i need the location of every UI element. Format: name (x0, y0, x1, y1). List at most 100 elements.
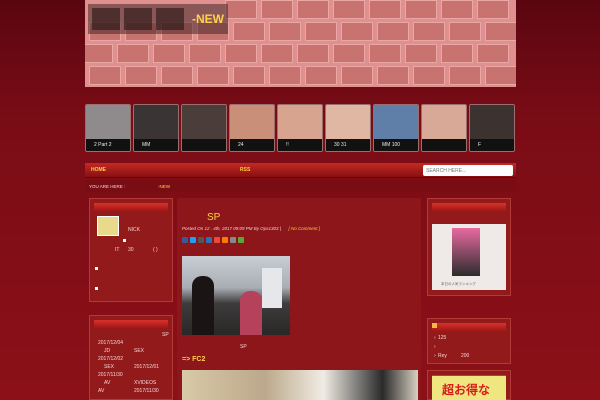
thumbnail-label: 30 31 (326, 139, 370, 151)
header-mosaic-tile (161, 66, 193, 85)
thumbnail-image (278, 105, 322, 141)
book-banner[interactable]: 本日の人気ランキング (432, 224, 506, 290)
list-bullet: › (434, 353, 436, 359)
recent-post-text[interactable]: JD (104, 348, 110, 354)
title-glyph (92, 8, 120, 30)
header-mosaic-tile (89, 66, 121, 85)
share-icon[interactable] (206, 237, 212, 243)
thumbnail-item[interactable] (181, 104, 227, 152)
header-mosaic-tile (233, 22, 265, 41)
header-mosaic-tile (197, 66, 229, 85)
video-scene-figure (240, 291, 262, 335)
share-icon[interactable] (190, 237, 196, 243)
thumbnail-image (422, 105, 466, 141)
share-icon[interactable] (214, 237, 220, 243)
header-mosaic-tile (377, 66, 409, 85)
thumbnail-item[interactable] (421, 104, 467, 152)
share-icon[interactable] (238, 237, 244, 243)
header-mosaic-tile (485, 66, 516, 85)
video-scene-figure (192, 276, 214, 335)
avatar[interactable] (97, 216, 119, 236)
header-mosaic-tile (413, 22, 445, 41)
thumbnail-item[interactable]: 30 31 (325, 104, 371, 152)
comment-link[interactable]: [ No Comment ] (289, 226, 321, 231)
share-icon[interactable] (230, 237, 236, 243)
share-icon[interactable] (198, 237, 204, 243)
panel-header (432, 323, 506, 331)
thumbnail-image (182, 105, 226, 141)
profile-name: NICK (128, 227, 140, 233)
breadcrumb: YOU ARE HERE : -NEW (85, 180, 516, 192)
header-mosaic-tile (225, 44, 257, 63)
ranking-item-text[interactable]: 200 (461, 353, 469, 359)
header-mosaic-tile (125, 66, 157, 85)
ranking-item-text[interactable]: Rey (438, 353, 447, 359)
post-meta-text: Posted On 12 . 4th, 2017 09:09 PM By Ops… (182, 226, 281, 231)
video-thumbnail[interactable] (182, 256, 290, 335)
recent-post-text[interactable]: 2017/12/01 (134, 364, 159, 370)
header-mosaic-tile (369, 0, 401, 19)
header-mosaic-tile (341, 22, 373, 41)
profile-line: IT (115, 247, 120, 253)
header-mosaic-tile (153, 44, 185, 63)
recent-post-text[interactable]: 2017/12/04 (98, 340, 123, 346)
thumbnail-item[interactable]: F (469, 104, 515, 152)
thumbnail-item[interactable]: 2 Part 2 (85, 104, 131, 152)
header-mosaic-tile (485, 22, 516, 41)
thumbnail-item[interactable]: 24 (229, 104, 275, 152)
site-title-box[interactable]: -NEW (88, 4, 228, 34)
main-content: SP Posted On 12 . 4th, 2017 09:09 PM By … (177, 198, 421, 400)
thumbnail-image (230, 105, 274, 141)
recent-post-text[interactable]: 2017/12/02 (98, 356, 123, 362)
header-mosaic-tile (405, 0, 437, 19)
ranking-panel: › 125 › › Rey 200 (427, 318, 511, 364)
ad-text: 超お得な (442, 383, 491, 397)
panel-header (94, 203, 168, 211)
recent-post-text[interactable]: SP (162, 332, 169, 338)
header-mosaic-tile (477, 0, 509, 19)
recent-post-text[interactable]: SEX (134, 348, 144, 354)
thumbnail-label: 2 Part 2 (86, 139, 130, 151)
thumbnail-label (182, 139, 226, 151)
share-icon[interactable] (182, 237, 188, 243)
recent-post-text[interactable]: XVIDEOS (134, 380, 156, 386)
thumbnail-label: !! (278, 139, 322, 151)
search-input[interactable]: SEARCH HERE... (423, 165, 513, 176)
header-mosaic-tile (269, 66, 301, 85)
video-scene-building (262, 268, 282, 308)
header-mosaic-tile (189, 44, 221, 63)
share-icon[interactable] (222, 237, 228, 243)
thumbnail-image (374, 105, 418, 141)
header-mosaic-tile (269, 22, 301, 41)
book-caption: 本日の人気ランキング (441, 282, 476, 286)
thumbnail-item[interactable]: MM 100 (373, 104, 419, 152)
nav-home[interactable]: HOME (91, 167, 106, 173)
post-title[interactable]: SP (207, 212, 220, 223)
second-video-thumbnail[interactable] (182, 370, 418, 400)
recent-post-text[interactable]: AV (104, 380, 110, 386)
thumbnail-item[interactable]: !! (277, 104, 323, 152)
thumbnail-label: MM (134, 139, 178, 151)
nav-rss[interactable]: RSS (240, 167, 250, 173)
thumbnail-image (326, 105, 370, 141)
recent-post-text[interactable]: SEX (104, 364, 114, 370)
header-mosaic-tile (297, 0, 329, 19)
bullet-icon (123, 239, 126, 242)
site-title[interactable]: -NEW (192, 12, 224, 26)
rss-icon (432, 323, 437, 328)
header-mosaic-tile (261, 44, 293, 63)
ranking-item-text[interactable]: 125 (438, 335, 446, 341)
breadcrumb-prefix: YOU ARE HERE : (89, 184, 126, 189)
recent-post-text[interactable]: 2017/11/30 (134, 388, 159, 394)
fc2-link[interactable]: => FC2 (182, 356, 205, 363)
recent-post-text[interactable]: AV (98, 388, 104, 394)
recent-post-text[interactable]: 2017/11/30 (98, 372, 123, 378)
thumbnail-item[interactable]: MM (133, 104, 179, 152)
header-mosaic-tile (449, 66, 481, 85)
ad-banner[interactable]: 超お得な (432, 376, 506, 400)
breadcrumb-current[interactable]: -NEW (158, 184, 170, 189)
header-mosaic-tile (305, 66, 337, 85)
thumbnail-label: 24 (230, 139, 274, 151)
list-bullet: › (434, 335, 436, 341)
header-mosaic-tile (333, 44, 365, 63)
